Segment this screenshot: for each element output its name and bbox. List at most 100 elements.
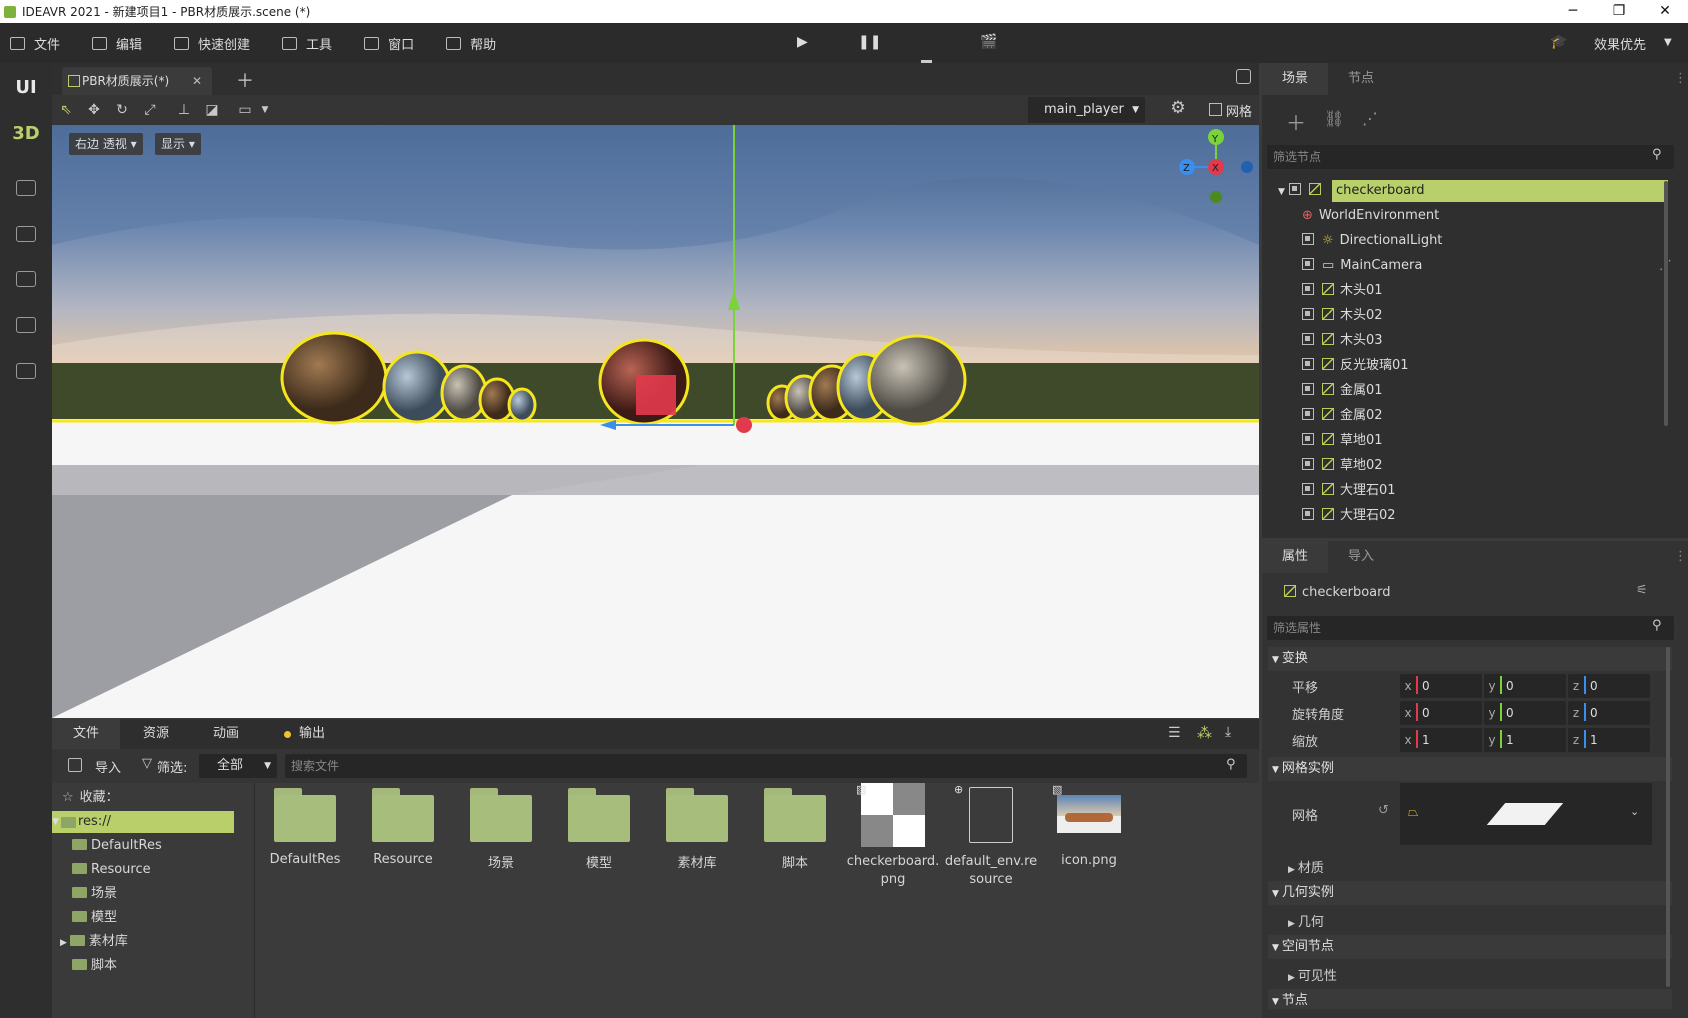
visibility-checkbox[interactable]	[1302, 508, 1314, 520]
menu-tools[interactable]: 工具	[282, 34, 332, 53]
node-directional-light[interactable]: ☼ DirectionalLight	[1302, 230, 1442, 252]
search-icon[interactable]: ⚲	[1226, 757, 1236, 772]
play-button[interactable]: ▶	[797, 34, 808, 50]
rotation-y-input[interactable]: y0	[1484, 701, 1566, 725]
menu-file[interactable]: 文件	[10, 34, 60, 53]
scale-z-input[interactable]: z1	[1568, 728, 1650, 752]
file-item-checkerboard[interactable]: ▧ checkerboard.png	[844, 783, 942, 889]
visibility-checkbox[interactable]	[1302, 408, 1314, 420]
node-glass-01[interactable]: 反光玻璃01	[1302, 355, 1409, 377]
visibility-expander[interactable]: ▶ 可见性	[1288, 965, 1337, 984]
visibility-checkbox[interactable]	[1302, 383, 1314, 395]
section-spatial[interactable]: ▼ 空间节点	[1268, 935, 1672, 959]
select-tool-icon[interactable]: ⇖	[58, 102, 74, 118]
maximize-button[interactable]: ❐	[1596, 0, 1642, 23]
node-metal-02[interactable]: 金属02	[1302, 405, 1383, 427]
movie-icon[interactable]: 🎬	[980, 34, 997, 50]
tab-import[interactable]: 导入	[1328, 541, 1394, 573]
chevron-down-icon[interactable]: ▼	[257, 102, 273, 118]
more-icon[interactable]: ⋮	[1674, 71, 1687, 86]
section-node[interactable]: ▼ 节点	[1268, 989, 1672, 1009]
scale-x-input[interactable]: x1	[1400, 728, 1482, 752]
node-marble-01[interactable]: 大理石01	[1302, 480, 1396, 502]
row-material[interactable]: ▶ 材质	[1268, 853, 1672, 879]
node-metal-01[interactable]: 金属01	[1302, 380, 1383, 402]
settings-panel-icon[interactable]	[16, 271, 36, 287]
tab-node[interactable]: 节点	[1328, 63, 1394, 95]
visibility-checkbox[interactable]	[1302, 433, 1314, 445]
file-item-default-env[interactable]: ⊕ default_env.resource	[942, 783, 1040, 889]
node-wood-03[interactable]: 木头03	[1302, 330, 1383, 352]
translate-y-input[interactable]: y0	[1484, 674, 1566, 698]
scale-tool-icon[interactable]: ⤢	[142, 102, 158, 118]
file-item-icon[interactable]: ▧ icon.png	[1040, 783, 1138, 868]
import-button[interactable]: 导入	[95, 757, 121, 776]
node-marble-02[interactable]: 大理石02	[1302, 505, 1396, 527]
tab-animation[interactable]: 动画	[192, 719, 260, 749]
tab-scene[interactable]: 场景	[1262, 63, 1328, 95]
node-world-environment[interactable]: ⊕ WorldEnvironment	[1302, 205, 1439, 227]
file-item-scripts[interactable]: 脚本	[746, 783, 844, 871]
tab-output[interactable]: 输出	[292, 719, 332, 749]
node-wood-01[interactable]: 木头01	[1302, 280, 1383, 302]
grid-icon[interactable]	[1209, 103, 1222, 116]
sliders-icon[interactable]: ⚟	[1636, 583, 1648, 598]
visibility-checkbox[interactable]	[1302, 458, 1314, 470]
ruler-tool-icon[interactable]: ▭	[237, 102, 253, 118]
grid-view-icon[interactable]: ⁂	[1197, 724, 1212, 742]
visibility-checkbox[interactable]	[1302, 333, 1314, 345]
device-icon[interactable]	[16, 363, 36, 379]
visibility-checkbox[interactable]	[1302, 283, 1314, 295]
move-tool-icon[interactable]: ✥	[86, 102, 102, 118]
visibility-checkbox[interactable]	[1302, 233, 1314, 245]
link-icon[interactable]: ⛓	[1324, 109, 1344, 128]
node-filter-input[interactable]: 筛选节点	[1267, 145, 1674, 169]
rotate-tool-icon[interactable]: ↻	[114, 102, 130, 118]
store-icon[interactable]	[16, 226, 36, 242]
graduation-cap-icon[interactable]: 🎓	[1550, 34, 1567, 50]
file-item-resource[interactable]: Resource	[354, 783, 452, 867]
pause-button[interactable]: ❚❚	[858, 34, 881, 50]
minimize-button[interactable]: ─	[1550, 0, 1596, 23]
visibility-checkbox[interactable]	[1302, 358, 1314, 370]
close-button[interactable]: ✕	[1642, 0, 1688, 23]
visibility-checkbox[interactable]	[1288, 183, 1301, 195]
file-item-scenes[interactable]: 场景	[452, 783, 550, 871]
scrollbar[interactable]	[1666, 647, 1670, 987]
visibility-checkbox[interactable]	[1302, 308, 1314, 320]
tree-item-resource[interactable]: Resource	[72, 859, 151, 881]
rotation-x-input[interactable]: x0	[1400, 701, 1482, 725]
tree-item-defaultres[interactable]: DefaultRes	[72, 835, 162, 857]
export-icon[interactable]	[16, 317, 36, 333]
node-grass-01[interactable]: 草地01	[1302, 430, 1383, 452]
3d-viewport[interactable]: Y Z X 右边 透视 ▾ 显示 ▾	[52, 125, 1259, 718]
tree-item-models[interactable]: 模型	[72, 907, 117, 929]
scrollbar[interactable]	[1664, 181, 1668, 426]
node-graph-icon[interactable]: ⋰	[1362, 109, 1378, 128]
focus-icon[interactable]	[1236, 69, 1251, 84]
menu-window[interactable]: 窗口	[364, 34, 414, 53]
tab-files[interactable]: 文件	[52, 719, 120, 749]
translate-z-input[interactable]: z0	[1568, 674, 1650, 698]
tree-item-scripts[interactable]: 脚本	[72, 955, 117, 977]
tab-resources[interactable]: 资源	[122, 719, 190, 749]
search-icon[interactable]: ⚲	[1652, 618, 1662, 633]
download-icon[interactable]: ⤓	[1225, 724, 1231, 740]
list-view-icon[interactable]: ☰	[1168, 725, 1181, 741]
close-tab-icon[interactable]: ✕	[192, 67, 202, 95]
favorites-item[interactable]: ☆ 收藏：	[62, 787, 119, 809]
chevron-down-icon[interactable]: ▼	[1664, 37, 1672, 48]
section-mesh-instance[interactable]: ▼ 网格实例	[1268, 757, 1672, 781]
ui-mode-button[interactable]: UI	[0, 77, 52, 98]
visibility-checkbox[interactable]	[1302, 258, 1314, 270]
file-item-defaultres[interactable]: DefaultRes	[256, 783, 354, 867]
3d-mode-button[interactable]: 3D	[0, 123, 52, 144]
tree-root[interactable]: ▼ res://	[52, 811, 234, 833]
node-checkerboard[interactable]: ▼ checkerboard	[1278, 180, 1668, 202]
scale-y-input[interactable]: y1	[1484, 728, 1566, 752]
search-icon[interactable]: ⚲	[1652, 147, 1662, 162]
gear-icon[interactable]: ⚙	[1170, 100, 1186, 117]
file-item-assets[interactable]: 素材库	[648, 783, 746, 871]
filter-select[interactable]: 全部 ▼	[199, 754, 277, 778]
add-tab-button[interactable]: ＋	[236, 67, 254, 93]
